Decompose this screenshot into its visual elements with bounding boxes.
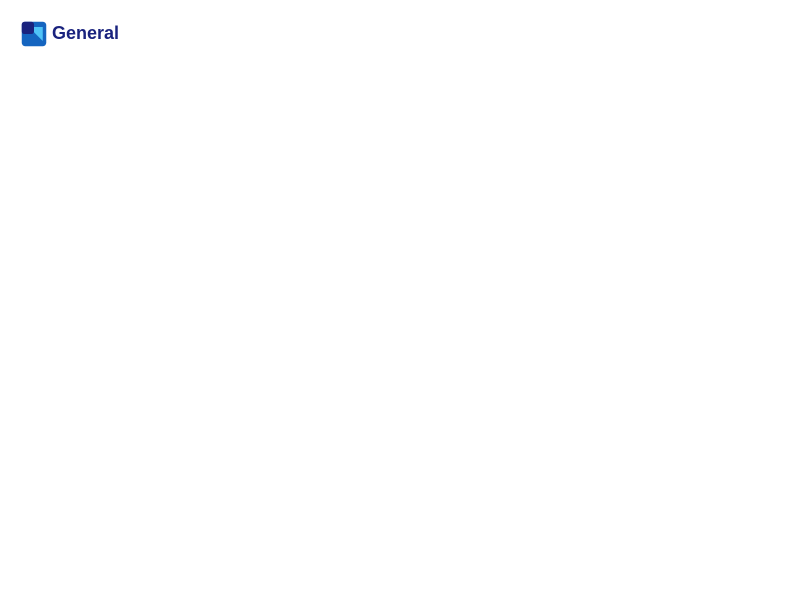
logo-text: General — [52, 24, 119, 44]
logo: General — [20, 20, 119, 48]
page-header: General — [20, 20, 772, 48]
logo-icon — [20, 20, 48, 48]
